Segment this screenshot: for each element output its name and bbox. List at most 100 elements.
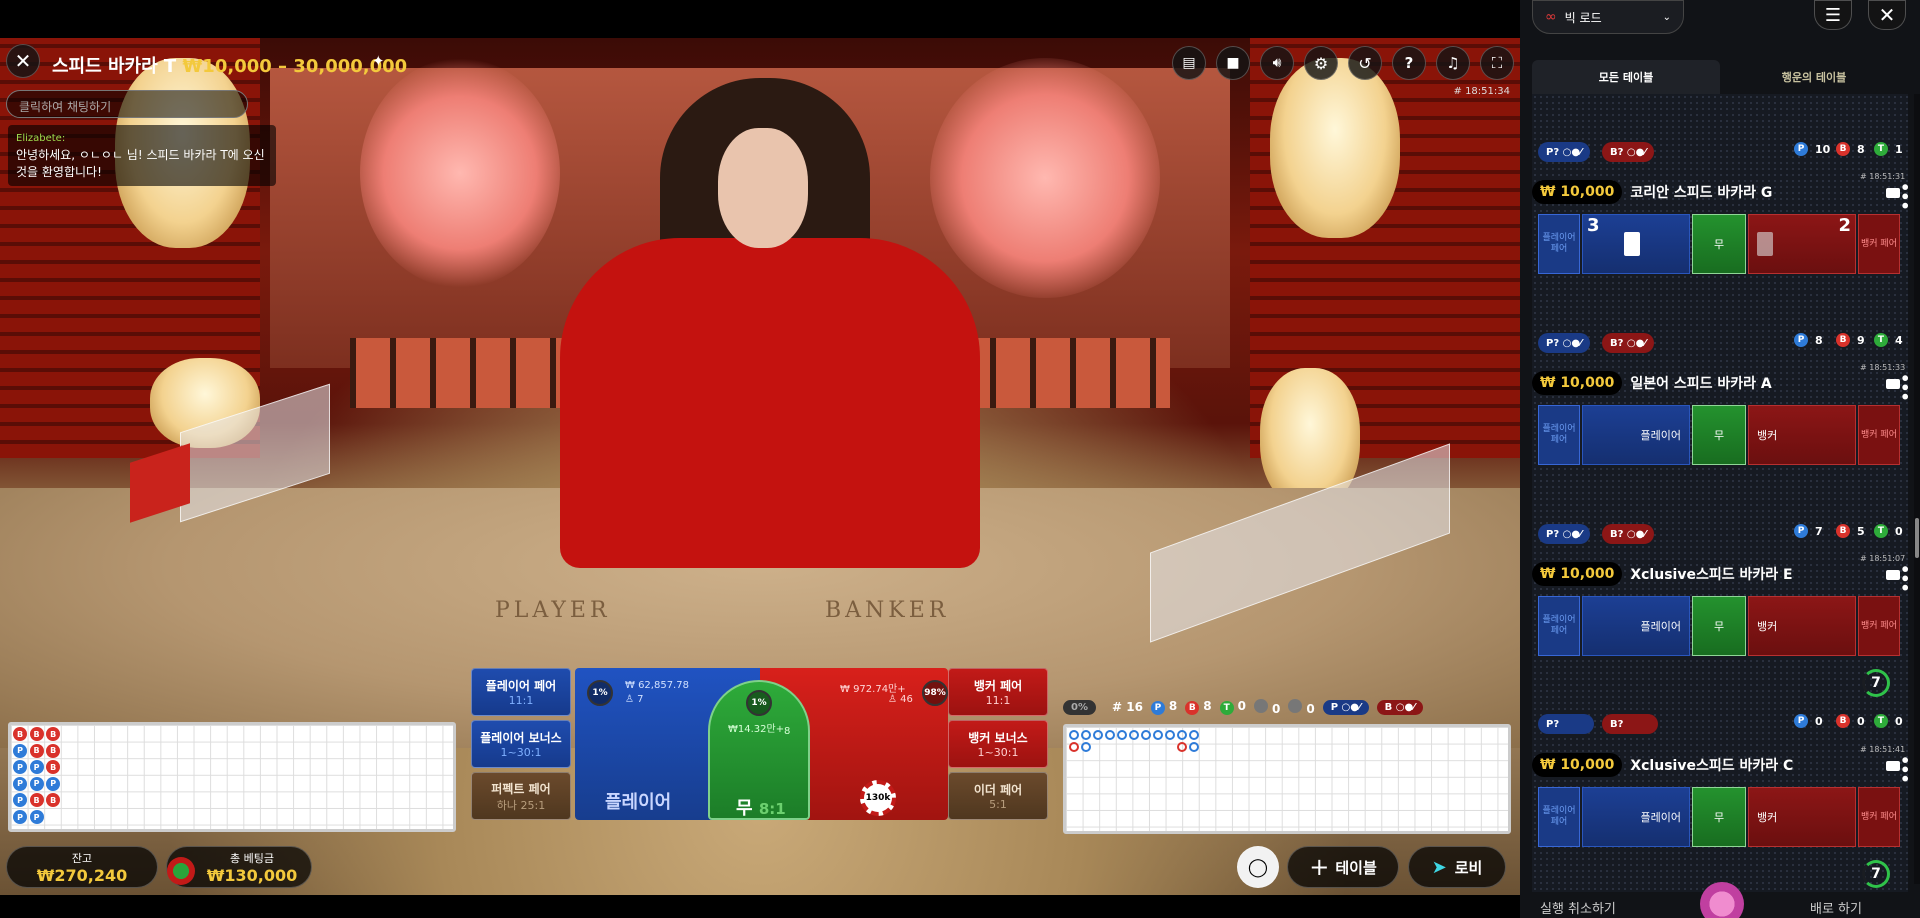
perfect-pair-bet[interactable]: 퍼펙트 페어 하나 25:1 xyxy=(471,772,571,820)
zero-pct-toggle[interactable]: 0% xyxy=(1063,699,1096,715)
player-pair-spot[interactable]: 플레이어 페어 xyxy=(1538,214,1580,274)
balance-label: 잔고 xyxy=(71,851,93,865)
more-icon[interactable]: ••• xyxy=(1895,755,1914,783)
table-card-header[interactable]: ₩ 10,000 Xclusive스피드 바카라 C xyxy=(1532,752,1793,778)
b-chip-icon: B xyxy=(1836,524,1850,538)
fullscreen-button[interactable]: ⛶ xyxy=(1480,46,1514,80)
banker-pair-spot[interactable]: 뱅커 페어 xyxy=(1858,405,1900,465)
tie-label: 무 8:1 xyxy=(736,794,786,820)
table-card-header[interactable]: ₩ 10,000 일본어 스피드 바카라 A xyxy=(1532,370,1772,396)
banker-bonus-bet[interactable]: 뱅커 보너스 1~30:1 xyxy=(948,720,1048,768)
table-card-header[interactable]: ₩ 10,000 코리안 스피드 바카라 G xyxy=(1532,179,1772,205)
tie-spot[interactable]: 무 xyxy=(1692,214,1746,274)
tab-lucky-tables[interactable]: 행운의 테이블 xyxy=(1720,60,1908,94)
p-predict[interactable]: P? ○●⁄ xyxy=(1538,142,1590,162)
road-view-select[interactable]: ∞ 빅 로드 ⌄ xyxy=(1532,0,1684,34)
player-spot[interactable]: 플레이어 xyxy=(1582,596,1690,656)
b-count: B9 xyxy=(1836,333,1865,347)
tie-bet[interactable]: 1% ₩14.32만+ 8 무 8:1 xyxy=(708,680,810,820)
banker-pair-bet[interactable]: 뱅커 페어 11:1 xyxy=(948,668,1048,716)
b-predict[interactable]: B? xyxy=(1602,714,1658,734)
player-pair-wins: 0 xyxy=(1254,698,1280,716)
history-button[interactable]: ↺ xyxy=(1348,46,1382,80)
banker-predict-button[interactable]: B ○●⁄ xyxy=(1376,699,1423,715)
banker-score: 2 xyxy=(1838,215,1851,236)
table-name: 코리안 스피드 바카라 G xyxy=(1630,185,1773,201)
road-select-value: 빅 로드 xyxy=(1564,10,1602,25)
sidebar-close-button[interactable]: ✕ xyxy=(1868,0,1906,30)
player-spot[interactable]: 플레이어 xyxy=(1582,405,1690,465)
chat-bubble-button[interactable]: ◯ xyxy=(1237,846,1279,888)
player-score: 3 xyxy=(1587,215,1600,236)
t-count: T0 xyxy=(1874,714,1903,728)
tie-spot[interactable]: 무 xyxy=(1692,596,1746,656)
video-button[interactable]: ■ xyxy=(1216,46,1250,80)
b-chip-icon: B xyxy=(1836,714,1850,728)
p-count-value: 0 xyxy=(1815,714,1823,728)
scrollbar-thumb[interactable] xyxy=(1915,518,1919,558)
player-predict-button[interactable]: P ○●⁄ xyxy=(1322,699,1369,715)
undo-label[interactable]: 실행 취소하기 xyxy=(1540,898,1616,917)
player-pair-spot[interactable]: 플레이어 페어 xyxy=(1538,787,1580,847)
big-road-mark xyxy=(1069,742,1079,752)
banker-predict-label: B xyxy=(1384,701,1393,713)
player-bonus-bet[interactable]: 플레이어 보너스 1~30:1 xyxy=(471,720,571,768)
pin-icon[interactable]: ✦ xyxy=(372,52,385,70)
player-wins-value: 8 xyxy=(1168,699,1178,713)
t-chip-icon: T xyxy=(1874,714,1888,728)
player-pair-bet[interactable]: 플레이어 페어 11:1 xyxy=(471,668,571,716)
tie-spot[interactable]: 무 xyxy=(1692,787,1746,847)
either-pair-bet[interactable]: 이더 페어 5:1 xyxy=(948,772,1048,820)
b-predict[interactable]: B? ○●⁄ xyxy=(1602,524,1655,544)
chat-input[interactable]: 클릭하여 채팅하기 xyxy=(6,90,248,118)
p-predict[interactable]: P? ○●⁄ xyxy=(1538,333,1590,353)
tie-wins-value: 0 xyxy=(1237,699,1246,713)
tie-spot[interactable]: 무 xyxy=(1692,405,1746,465)
table-card-header[interactable]: ₩ 10,000 Xclusive스피드 바카라 E xyxy=(1532,561,1793,587)
banker-spot[interactable]: 뱅커 xyxy=(1748,405,1856,465)
help-button[interactable]: ? xyxy=(1392,46,1426,80)
more-icon[interactable]: ••• xyxy=(1895,373,1914,401)
chat-text: 안녕하세요, ㅇㄴㅇㄴ 님! 스피드 바카라 T에 오신 것을 환영합니다! xyxy=(16,148,265,179)
double-label[interactable]: 배로 하기 xyxy=(1810,898,1862,917)
player-spot[interactable]: 플레이어 xyxy=(1582,787,1690,847)
p-predict[interactable]: P? xyxy=(1538,714,1594,734)
table-name: 스피드 바카라 T xyxy=(52,56,177,77)
banker-pair-spot[interactable]: 뱅커 페어 xyxy=(1858,596,1900,656)
tab-all-tables[interactable]: 모든 테이블 xyxy=(1532,60,1720,94)
banker-pair-spot[interactable]: 뱅커 페어 xyxy=(1858,787,1900,847)
more-icon[interactable]: ••• xyxy=(1895,564,1914,592)
more-icon[interactable]: ••• xyxy=(1895,182,1914,210)
b-predict[interactable]: B? ○●⁄ xyxy=(1602,333,1655,353)
tables-button[interactable]: + 테이블 xyxy=(1287,846,1399,888)
big-road-mark xyxy=(1189,742,1199,752)
player-pair-spot[interactable]: 플레이어 페어 xyxy=(1538,596,1580,656)
player-spot[interactable]: 3 xyxy=(1582,214,1690,274)
b-count: B8 xyxy=(1836,142,1865,156)
player-pair-odds: 11:1 xyxy=(508,694,534,707)
menu-button[interactable]: ☰ xyxy=(1814,0,1852,30)
banker-wins: B8 xyxy=(1185,699,1212,715)
p-predict[interactable]: P? ○●⁄ xyxy=(1538,524,1590,544)
p-predict-label: P? xyxy=(1546,337,1560,349)
b-predict-label: B? xyxy=(1610,528,1624,540)
support-button[interactable]: ♫ xyxy=(1436,46,1470,80)
chat-toggle-button[interactable]: ▤ xyxy=(1172,46,1206,80)
settings-button[interactable]: ⚙ xyxy=(1304,46,1338,80)
bead-road[interactable]: BBBPBBPPBPPPPBBPP xyxy=(8,722,456,832)
b-predict[interactable]: B? ○●⁄ xyxy=(1602,142,1655,162)
big-road-mark xyxy=(1105,730,1115,740)
big-road[interactable] xyxy=(1063,724,1511,834)
table-time: # 18:51:33 xyxy=(1860,363,1906,372)
chip-selector[interactable] xyxy=(1700,882,1744,918)
banker-spot[interactable]: 뱅커 xyxy=(1748,596,1856,656)
banker-spot[interactable]: 2 xyxy=(1748,214,1856,274)
sound-button[interactable]: 🔊︎ xyxy=(1260,46,1294,80)
app-root: PLAYER BANKER ✕ 스피드 바카라 T ₩10,000 – 30,0… xyxy=(0,0,1920,918)
banker-pair-spot[interactable]: 뱅커 페어 xyxy=(1858,214,1900,274)
lobby-button[interactable]: ➤ 로비 xyxy=(1408,846,1506,888)
close-button[interactable]: ✕ xyxy=(6,44,40,78)
scrollbar[interactable] xyxy=(1914,94,1920,884)
player-pair-spot[interactable]: 플레이어 페어 xyxy=(1538,405,1580,465)
banker-spot[interactable]: 뱅커 xyxy=(1748,787,1856,847)
